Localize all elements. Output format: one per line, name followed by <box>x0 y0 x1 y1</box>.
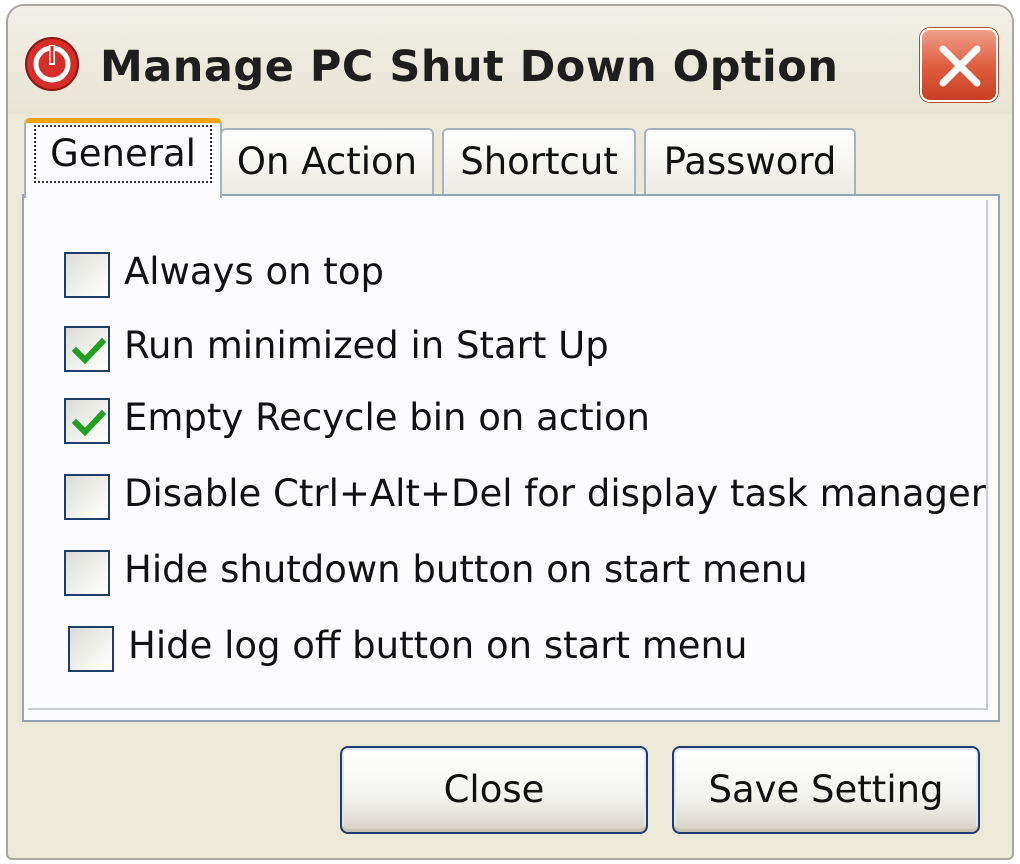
option-label: Hide log off button on start menu <box>128 624 748 667</box>
checkbox-unchecked[interactable] <box>64 474 110 520</box>
close-icon <box>939 45 981 87</box>
tab-general[interactable]: General <box>24 118 222 198</box>
checkbox-checked[interactable] <box>64 398 110 444</box>
general-panel: Always on top Run minimized in Start Up … <box>22 194 1000 722</box>
checkbox-unchecked[interactable] <box>64 550 110 596</box>
close-window-button[interactable] <box>920 28 998 102</box>
option-label: Always on top <box>124 250 384 293</box>
checkmark-icon <box>71 409 107 437</box>
title-bar[interactable]: Manage PC Shut Down Option <box>8 6 1012 114</box>
option-label: Run minimized in Start Up <box>124 324 609 367</box>
tab-password[interactable]: Password <box>644 128 856 194</box>
checkbox-unchecked[interactable] <box>64 252 110 298</box>
tab-label: Password <box>663 140 837 183</box>
tab-label: General <box>34 125 212 183</box>
tab-label: Shortcut <box>460 140 618 183</box>
option-label: Empty Recycle bin on action <box>124 396 650 439</box>
tab-on-action[interactable]: On Action <box>220 128 434 194</box>
dialog-window: Manage PC Shut Down Option On Action Sho… <box>6 4 1014 860</box>
close-button[interactable]: Close <box>340 746 648 834</box>
window-title: Manage PC Shut Down Option <box>100 42 839 92</box>
tab-shortcut[interactable]: Shortcut <box>442 128 636 194</box>
checkbox-checked[interactable] <box>64 326 110 372</box>
checkbox-unchecked[interactable] <box>68 626 114 672</box>
power-icon <box>24 36 80 92</box>
tab-label: On Action <box>236 140 418 183</box>
tab-bar: On Action Shortcut Password General <box>22 118 922 200</box>
option-label: Hide shutdown button on start menu <box>124 548 808 591</box>
option-label: Disable Ctrl+Alt+Del for display task ma… <box>124 472 986 515</box>
checkmark-icon <box>71 337 107 365</box>
save-setting-button[interactable]: Save Setting <box>672 746 980 834</box>
